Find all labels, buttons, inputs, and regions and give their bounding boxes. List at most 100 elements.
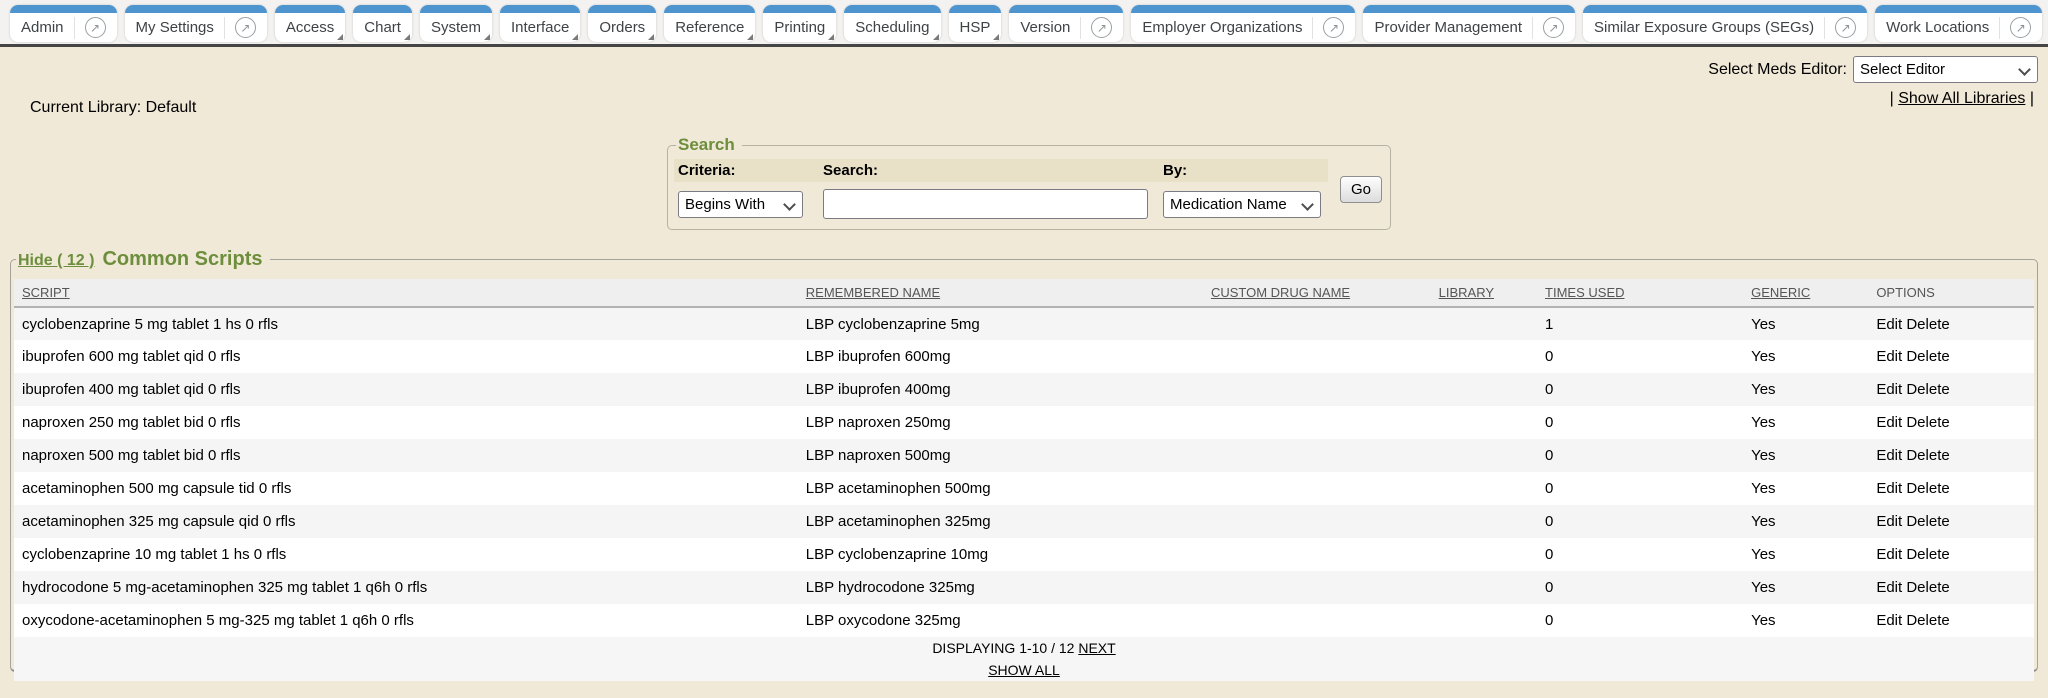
nav-tab[interactable]: HSP ↗: [949, 5, 1002, 42]
delete-link[interactable]: Delete: [1906, 381, 1949, 398]
hide-count-link[interactable]: Hide ( 12 ): [18, 252, 94, 270]
edit-link[interactable]: Edit: [1876, 612, 1902, 629]
tab-label: Similar Exposure Groups (SEGs): [1594, 19, 1814, 36]
by-label: By:: [1163, 162, 1328, 179]
edit-link[interactable]: Edit: [1876, 546, 1902, 563]
nav-tab[interactable]: Printing ↗: [763, 5, 836, 42]
external-link-icon[interactable]: ↗: [2010, 17, 2031, 38]
edit-link[interactable]: Edit: [1876, 381, 1902, 398]
edit-link[interactable]: Edit: [1876, 513, 1902, 530]
tab-accent-bar: [1131, 5, 1355, 13]
show-all-link[interactable]: SHOW ALL: [988, 662, 1060, 678]
nav-tab[interactable]: Similar Exposure Groups (SEGs) ↗: [1583, 5, 1867, 42]
remembered-name-cell: LBP cyclobenzaprine 10mg: [798, 538, 1166, 571]
external-link-icon[interactable]: ↗: [85, 17, 106, 38]
column-header-generic[interactable]: GENERIC: [1751, 285, 1810, 300]
page-body: Select Meds Editor: Select Editor | Show…: [0, 47, 2048, 698]
nav-tab[interactable]: Orders ↗: [588, 5, 656, 42]
nav-tab[interactable]: Reference ↗: [664, 5, 755, 42]
options-cell: Edit Delete: [1868, 373, 2034, 406]
delete-link[interactable]: Delete: [1906, 579, 1949, 596]
external-link-icon[interactable]: ↗: [1323, 17, 1344, 38]
nav-tab[interactable]: Chart ↗: [353, 5, 412, 42]
edit-link[interactable]: Edit: [1876, 414, 1902, 431]
edit-link[interactable]: Edit: [1876, 447, 1902, 464]
table-header-row: SCRIPT REMEMBERED NAME CUSTOM DRUG NAME …: [14, 279, 2034, 307]
show-all-libraries-link[interactable]: Show All Libraries: [1898, 90, 2025, 107]
column-header-custom-drug-name[interactable]: CUSTOM DRUG NAME: [1211, 285, 1350, 300]
external-link-icon[interactable]: ↗: [1543, 17, 1564, 38]
tab-accent-bar: [420, 5, 492, 13]
nav-tab[interactable]: Scheduling ↗: [844, 5, 940, 42]
delete-link[interactable]: Delete: [1906, 513, 1949, 530]
external-link-icon[interactable]: ↗: [235, 17, 256, 38]
displaying-text: DISPLAYING 1-10 / 12: [932, 640, 1074, 656]
common-scripts-legend: Hide ( 12 ) Common Scripts: [16, 248, 270, 271]
script-row: cyclobenzaprine 10 mg tablet 1 hs 0 rfls…: [14, 538, 2034, 571]
script-row: acetaminophen 500 mg capsule tid 0 rfls …: [14, 472, 2034, 505]
delete-link[interactable]: Delete: [1906, 447, 1949, 464]
delete-link[interactable]: Delete: [1906, 414, 1949, 431]
current-library-label: Current Library: Default: [30, 99, 196, 117]
nav-tab[interactable]: Work Locations ↗: [1875, 5, 2042, 42]
column-header-remembered-name[interactable]: REMEMBERED NAME: [806, 285, 940, 300]
edit-link[interactable]: Edit: [1876, 348, 1902, 365]
remembered-name-cell: LBP ibuprofen 400mg: [798, 373, 1166, 406]
delete-link[interactable]: Delete: [1906, 546, 1949, 563]
script-row: cyclobenzaprine 5 mg tablet 1 hs 0 rfls …: [14, 307, 2034, 340]
search-by-select[interactable]: Medication Name: [1163, 191, 1321, 218]
delete-link[interactable]: Delete: [1906, 480, 1949, 497]
search-label: Search:: [823, 162, 1163, 179]
library-cell: [1396, 307, 1537, 340]
remembered-name-cell: LBP acetaminophen 325mg: [798, 505, 1166, 538]
custom-drug-name-cell: [1165, 538, 1395, 571]
tab-label: Provider Management: [1374, 19, 1522, 36]
nav-tab[interactable]: Admin ↗: [10, 5, 117, 42]
column-header-library[interactable]: LIBRARY: [1439, 285, 1494, 300]
options-cell: Edit Delete: [1868, 340, 2034, 373]
custom-drug-name-cell: [1165, 406, 1395, 439]
tab-accent-bar: [1009, 5, 1123, 13]
generic-cell: Yes: [1743, 406, 1868, 439]
tab-separator: [1999, 17, 2000, 39]
column-header-script[interactable]: SCRIPT: [22, 285, 70, 300]
external-link-icon[interactable]: ↗: [1835, 17, 1856, 38]
go-button[interactable]: Go: [1340, 176, 1382, 203]
tab-accent-bar: [125, 5, 267, 13]
generic-cell: Yes: [1743, 340, 1868, 373]
criteria-select[interactable]: Begins With: [678, 191, 803, 218]
nav-tab[interactable]: Employer Organizations ↗: [1131, 5, 1355, 42]
script-row: naproxen 500 mg tablet bid 0 rfls LBP na…: [14, 439, 2034, 472]
script-cell: oxycodone-acetaminophen 5 mg-325 mg tabl…: [14, 604, 798, 637]
edit-link[interactable]: Edit: [1876, 316, 1902, 333]
generic-cell: Yes: [1743, 439, 1868, 472]
search-input[interactable]: [823, 189, 1148, 219]
script-cell: cyclobenzaprine 10 mg tablet 1 hs 0 rfls: [14, 538, 798, 571]
delete-link[interactable]: Delete: [1906, 348, 1949, 365]
next-page-link[interactable]: NEXT: [1078, 640, 1115, 656]
script-row: naproxen 250 mg tablet bid 0 rfls LBP na…: [14, 406, 2034, 439]
top-tab-bar: Admin ↗ My Settings ↗ Access ↗: [0, 0, 2048, 44]
nav-tab[interactable]: Provider Management ↗: [1363, 5, 1575, 42]
tab-label: Printing: [774, 19, 825, 36]
nav-tab[interactable]: Version ↗: [1009, 5, 1123, 42]
custom-drug-name-cell: [1165, 505, 1395, 538]
custom-drug-name-cell: [1165, 439, 1395, 472]
nav-tab[interactable]: Interface ↗: [500, 5, 580, 42]
delete-link[interactable]: Delete: [1906, 316, 1949, 333]
external-link-icon[interactable]: ↗: [1091, 17, 1112, 38]
times-used-cell: 0: [1537, 571, 1743, 604]
script-cell: ibuprofen 400 mg tablet qid 0 rfls: [14, 373, 798, 406]
tab-separator: [1824, 17, 1825, 39]
nav-tab[interactable]: Access ↗: [275, 5, 345, 42]
nav-tab[interactable]: System ↗: [420, 5, 492, 42]
column-header-times-used[interactable]: TIMES USED: [1545, 285, 1624, 300]
tab-accent-bar: [353, 5, 412, 13]
edit-link[interactable]: Edit: [1876, 579, 1902, 596]
delete-link[interactable]: Delete: [1906, 612, 1949, 629]
script-row: ibuprofen 600 mg tablet qid 0 rfls LBP i…: [14, 340, 2034, 373]
nav-tab[interactable]: My Settings ↗: [125, 5, 267, 42]
remembered-name-cell: LBP oxycodone 325mg: [798, 604, 1166, 637]
edit-link[interactable]: Edit: [1876, 480, 1902, 497]
meds-editor-select[interactable]: Select Editor: [1853, 56, 2038, 83]
